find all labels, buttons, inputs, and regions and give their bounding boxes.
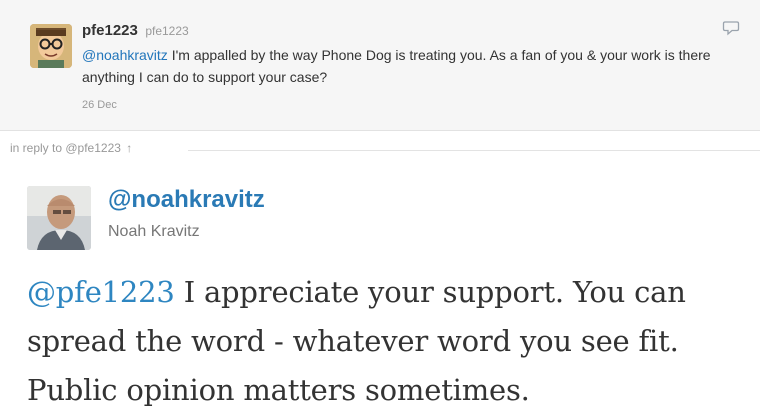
divider	[188, 150, 760, 151]
speech-bubble-icon[interactable]	[722, 20, 740, 36]
parent-mention-link[interactable]: @noahkravitz	[82, 47, 168, 63]
main-handle[interactable]: @noahkravitz	[108, 186, 265, 214]
parent-display-name[interactable]: pfe1223	[82, 22, 138, 39]
main-avatar[interactable]	[27, 186, 91, 250]
parent-header: pfe1223 pfe1223	[82, 22, 189, 40]
parent-tweet: pfe1223 pfe1223 @noahkravitz I'm appalle…	[0, 0, 760, 131]
main-mention-link[interactable]: @pfe1223	[27, 275, 175, 309]
parent-tweet-text: @noahkravitz I'm appalled by the way Pho…	[82, 44, 737, 88]
in-reply-to-label: in reply to @pfe1223	[10, 141, 121, 155]
parent-handle[interactable]: pfe1223	[145, 24, 188, 38]
parent-tweet-body: I'm appalled by the way Phone Dog is tre…	[82, 47, 711, 85]
up-arrow-icon: ↑	[126, 141, 133, 155]
main-display-name[interactable]: Noah Kravitz	[108, 223, 200, 241]
main-tweet-text: @pfe1223 I appreciate your support. You …	[27, 268, 757, 415]
in-reply-to-link[interactable]: in reply to @pfe1223 ↑	[10, 141, 132, 155]
parent-timestamp[interactable]: 26 Dec	[82, 99, 117, 111]
parent-avatar[interactable]	[30, 24, 72, 68]
